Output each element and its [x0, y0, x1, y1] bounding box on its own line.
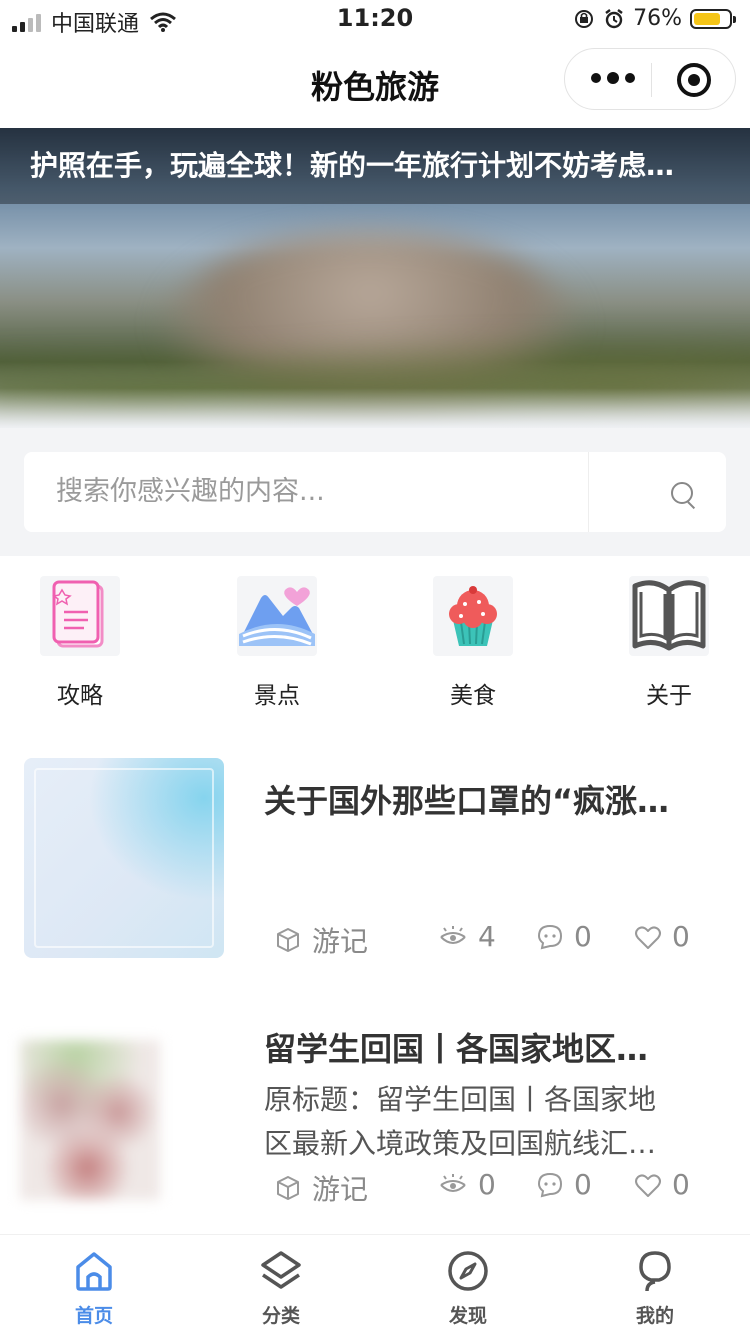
search-button[interactable]	[589, 452, 726, 532]
book-icon	[629, 576, 709, 656]
banner-image-fade	[0, 388, 750, 428]
more-menu-icon[interactable]	[591, 72, 635, 84]
cupcake-icon	[433, 576, 513, 656]
tab-profile[interactable]: 我的	[595, 1249, 715, 1328]
heart-icon	[635, 1173, 661, 1197]
article-thumbnail	[24, 758, 224, 958]
category-strategy[interactable]: 攻略	[20, 576, 140, 710]
article-comments[interactable]: 0	[536, 1168, 592, 1201]
article-comments[interactable]: 0	[536, 920, 592, 953]
tab-home[interactable]: 首页	[34, 1249, 154, 1328]
article-summary: 原标题：留学生回国丨各国家地 区最新入境政策及回国航线汇…	[264, 1083, 657, 1160]
tab-label: 发现	[448, 1305, 487, 1327]
bottom-tab-bar: 首页 分类 发现 我的	[0, 1234, 750, 1335]
views-eye-icon	[440, 925, 466, 944]
battery-percent: 76%	[633, 6, 682, 31]
search-box[interactable]: 搜索你感兴趣的内容...	[24, 452, 726, 532]
category-label: 景点	[254, 683, 300, 709]
category-cube-icon	[277, 928, 299, 952]
scenery-icon	[237, 576, 317, 656]
article-card[interactable]: 关于国外那些口罩的“疯涨… 游记 4 0 0	[0, 758, 750, 958]
article-meta: 游记 4 0 0	[274, 920, 734, 960]
tab-label: 首页	[74, 1305, 113, 1327]
article-category: 游记	[274, 920, 368, 960]
category-food[interactable]: 美食	[413, 576, 533, 710]
layers-icon	[259, 1249, 303, 1293]
tab-label: 我的	[635, 1305, 674, 1327]
article-category: 游记	[274, 1168, 368, 1208]
category-grid: 攻略 景点 美食 关于	[0, 576, 750, 716]
strategy-doc-icon	[40, 576, 120, 656]
heart-icon	[635, 925, 661, 949]
nav-bar: 粉色旅游	[0, 40, 750, 128]
banner-caption: 护照在手，玩遍全球！新的一年旅行计划不妨考虑…	[0, 128, 750, 204]
views-eye-icon	[440, 1173, 466, 1192]
comment-icon	[537, 1172, 563, 1197]
close-miniprogram-icon[interactable]	[677, 63, 711, 97]
article-card[interactable]: 留学生回国丨各国家地区… 原标题：留学生回国丨各国家地 区最新入境政策及回国航线…	[0, 1020, 750, 1210]
battery-icon	[690, 8, 736, 29]
miniprogram-capsule	[564, 48, 736, 110]
status-right: 76%	[573, 6, 736, 31]
status-bar: 中国联通 11:20 76%	[0, 0, 750, 40]
category-scenery[interactable]: 景点	[217, 576, 337, 710]
article-thumbnail	[20, 1040, 160, 1200]
banner-carousel[interactable]: 护照在手，玩遍全球！新的一年旅行计划不妨考虑…	[0, 128, 750, 428]
capsule-divider	[651, 63, 652, 97]
category-cube-icon	[277, 1176, 299, 1200]
search-icon	[671, 482, 693, 504]
profile-icon	[633, 1249, 677, 1293]
tab-discover[interactable]: 发现	[408, 1249, 528, 1328]
search-section: 搜索你感兴趣的内容...	[0, 428, 750, 556]
category-about[interactable]: 关于	[609, 576, 729, 710]
tab-label: 分类	[261, 1305, 300, 1327]
compass-icon	[446, 1249, 490, 1293]
search-input[interactable]: 搜索你感兴趣的内容...	[56, 452, 325, 532]
comment-icon	[537, 924, 563, 949]
category-label: 美食	[450, 683, 496, 709]
article-views: 4	[438, 920, 496, 953]
article-likes[interactable]: 0	[634, 920, 690, 953]
article-views: 0	[438, 1168, 496, 1201]
article-likes[interactable]: 0	[634, 1168, 690, 1201]
home-icon	[72, 1249, 116, 1293]
article-title: 留学生回国丨各国家地区…	[264, 1030, 649, 1068]
rotation-lock-icon	[575, 9, 594, 28]
category-label: 攻略	[57, 683, 103, 709]
article-title: 关于国外那些口罩的“疯涨…	[264, 782, 670, 820]
category-label: 关于	[646, 683, 692, 709]
tab-category[interactable]: 分类	[221, 1249, 341, 1328]
alarm-icon	[605, 8, 623, 28]
article-meta: 游记 0 0 0	[274, 1168, 734, 1208]
